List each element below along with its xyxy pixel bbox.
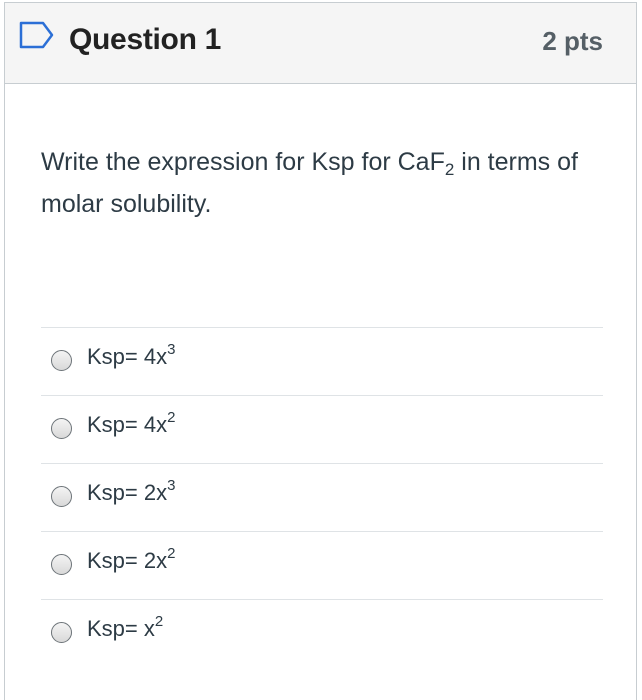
answer-label: Ksp= x2 [87,613,164,641]
question-header: Question 1 2 pts [5,3,636,84]
answer-option[interactable]: Ksp= x2 [41,600,603,667]
question-points: 2 pts [542,26,603,56]
answer-option[interactable]: Ksp= 4x2 [41,396,603,464]
radio-button[interactable] [51,554,72,575]
answer-list: Ksp= 4x3 Ksp= 4x2 Ksp= 2x3 Ksp= 2x2 Ksp=… [41,327,603,667]
answer-label: Ksp= 4x3 [87,341,176,369]
radio-button[interactable] [51,350,72,371]
answer-option[interactable]: Ksp= 2x3 [41,464,603,532]
question-title: Question 1 [69,23,222,56]
answer-option[interactable]: Ksp= 2x2 [41,532,603,600]
answer-label: Ksp= 2x2 [87,545,176,573]
bookmark-flag-icon[interactable] [19,20,55,50]
subscript: 2 [444,160,455,179]
answer-label: Ksp= 2x3 [87,477,176,505]
answer-option[interactable]: Ksp= 4x3 [41,328,603,396]
radio-button[interactable] [51,622,72,643]
question-card: Question 1 2 pts Write the expression fo… [4,2,637,700]
answer-label: Ksp= 4x2 [87,409,176,437]
radio-button[interactable] [51,486,72,507]
question-text: Write the expression for Ksp for CaF2 in… [41,148,578,218]
radio-button[interactable] [51,418,72,439]
